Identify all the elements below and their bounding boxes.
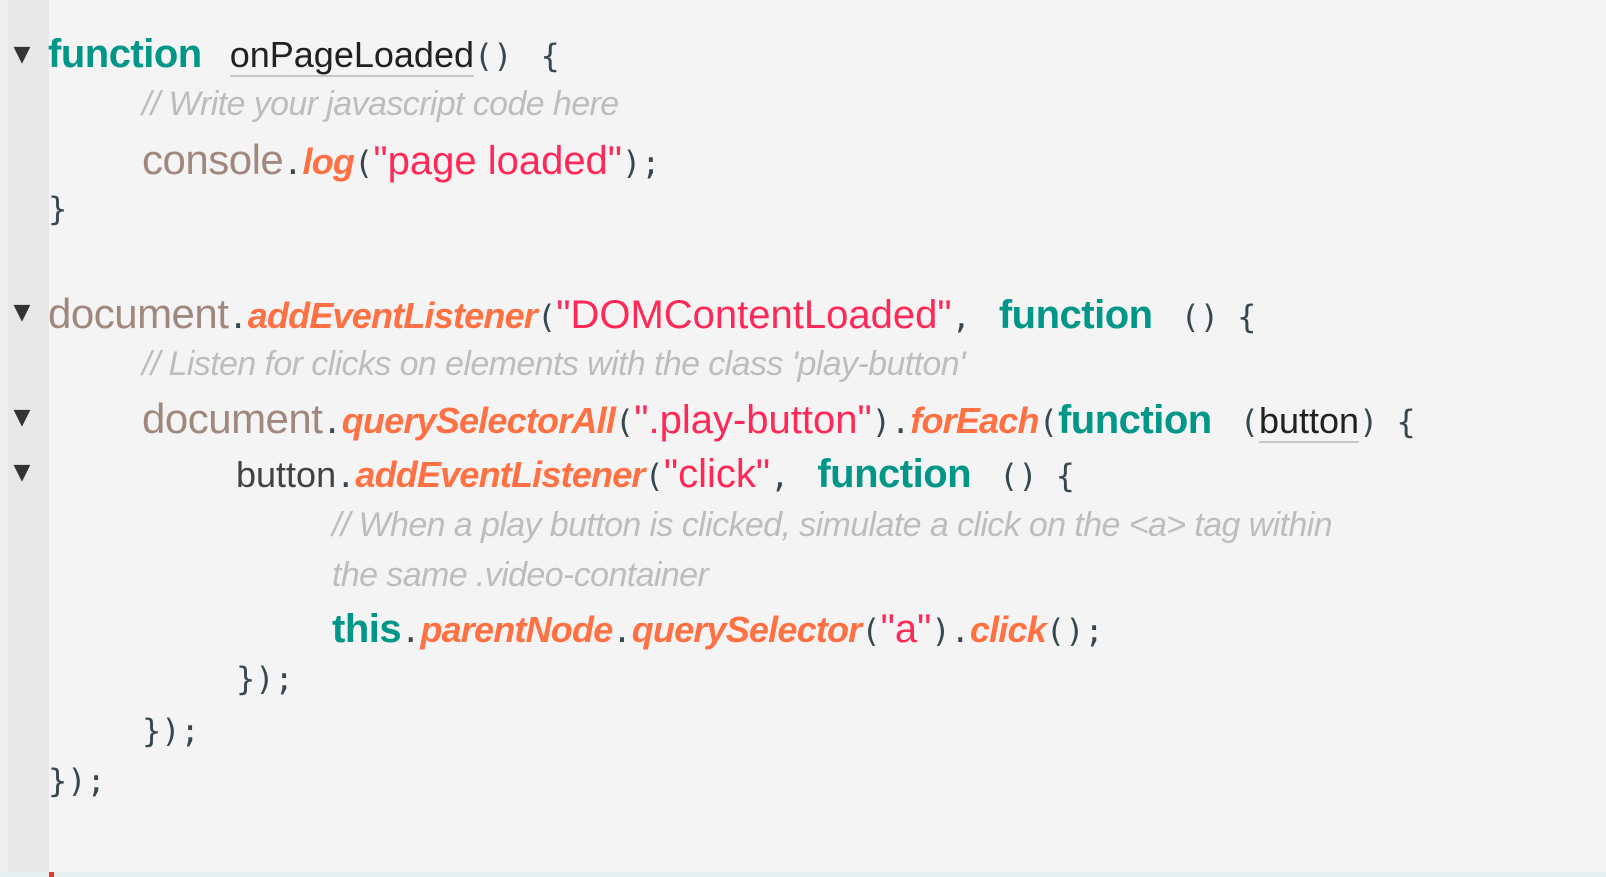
string-literal[interactable]: "a" — [881, 607, 932, 652]
open-brace: { — [1237, 298, 1257, 336]
code-line-11: this . parentNode . querySelector ( "a" … — [332, 607, 1104, 652]
object-name: document — [142, 395, 323, 442]
open-brace: { — [1055, 457, 1075, 495]
open-paren: ( — [615, 403, 635, 441]
code-line-13: }); — [142, 712, 200, 750]
open-paren: ( — [1038, 403, 1058, 441]
parens: () — [999, 457, 1038, 495]
dot: . — [228, 298, 248, 336]
cursor-marker — [49, 872, 54, 877]
dot: . — [890, 403, 911, 441]
close-paren: ) — [871, 403, 891, 441]
object-name: console — [142, 136, 284, 183]
keyword: function — [998, 293, 1153, 337]
variable-name: button — [236, 454, 337, 495]
dot: . — [950, 612, 970, 650]
code-line-3: console . log ( "page loaded" ); — [142, 136, 661, 184]
comment: // When a play button is clicked, simula… — [332, 506, 1333, 544]
method-name: forEach — [910, 400, 1039, 441]
keyword: function — [48, 32, 202, 76]
parens: () — [1045, 612, 1085, 650]
block-close: }); — [142, 712, 200, 750]
code-line-12: }); — [236, 660, 294, 698]
comment: // Write your javascript code here — [142, 85, 619, 123]
block-close: }); — [48, 762, 106, 800]
object-name: document — [48, 290, 229, 337]
string-literal[interactable]: "click" — [664, 452, 770, 497]
comment: the same .video-container — [332, 556, 709, 594]
method-name: addEventListener — [355, 454, 645, 495]
open-brace: { — [1396, 403, 1416, 441]
keyword: this — [332, 607, 402, 651]
open-paren: ( — [644, 457, 664, 495]
method-name: addEventListener — [247, 295, 538, 336]
code-line-1: function onPageLoaded () { — [48, 32, 560, 77]
comma: , — [770, 457, 790, 495]
code-line-8: button . addEventListener ( "click" , fu… — [236, 452, 1075, 497]
parens: () — [1180, 298, 1220, 336]
parens: () — [473, 37, 513, 75]
open-paren: ( — [537, 298, 557, 336]
dot: . — [336, 457, 356, 495]
close-paren: ); — [622, 144, 661, 182]
comma: , — [951, 298, 971, 336]
code-line-4: } — [48, 190, 67, 228]
open-paren: ( — [354, 144, 374, 182]
dot: . — [322, 403, 342, 441]
open-paren: ( — [861, 612, 881, 650]
editor-left-edge — [0, 0, 8, 872]
editor-bottom-bar — [0, 872, 1606, 877]
open-brace: { — [540, 37, 560, 75]
function-name-field[interactable]: onPageLoaded — [229, 35, 474, 77]
close-paren: ) — [1359, 403, 1379, 441]
fold-toggle-icon[interactable]: ▼ — [12, 28, 32, 80]
code-line-2: // Write your javascript code here — [142, 85, 619, 124]
method-name: querySelectorAll — [341, 400, 616, 441]
open-paren: ( — [1239, 403, 1259, 441]
method-name: parentNode — [420, 609, 613, 650]
close-paren: ) — [931, 612, 951, 650]
code-line-9: // When a play button is clicked, simula… — [332, 506, 1333, 545]
comment: // Listen for clicks on elements with th… — [142, 345, 966, 383]
dot: . — [283, 144, 303, 182]
string-literal[interactable]: "DOMContentLoaded" — [556, 293, 951, 338]
code-line-6: // Listen for clicks on elements with th… — [142, 345, 966, 384]
dot: . — [401, 612, 421, 650]
close-brace: } — [48, 190, 68, 228]
semicolon: ; — [1084, 612, 1104, 650]
block-close: }); — [236, 660, 294, 698]
fold-toggle-icon[interactable]: ▼ — [12, 286, 32, 338]
code-line-14: }); — [48, 762, 106, 800]
parameter-name-field[interactable]: button — [1258, 401, 1360, 443]
keyword: function — [1057, 398, 1212, 442]
code-line-5: document . addEventListener ( "DOMConten… — [48, 290, 1256, 338]
code-line-10: the same .video-container — [332, 556, 709, 595]
string-literal[interactable]: ".play-button" — [634, 398, 871, 443]
method-name: click — [969, 609, 1047, 650]
fold-toggle-icon[interactable]: ▼ — [12, 446, 32, 498]
string-literal[interactable]: "page loaded" — [373, 139, 622, 184]
method-name: log — [302, 141, 355, 182]
method-name: querySelector — [631, 609, 863, 650]
dot: . — [612, 612, 632, 650]
code-line-7: document . querySelectorAll ( ".play-but… — [142, 395, 1416, 443]
keyword: function — [817, 452, 972, 496]
fold-toggle-icon[interactable]: ▼ — [12, 391, 32, 443]
